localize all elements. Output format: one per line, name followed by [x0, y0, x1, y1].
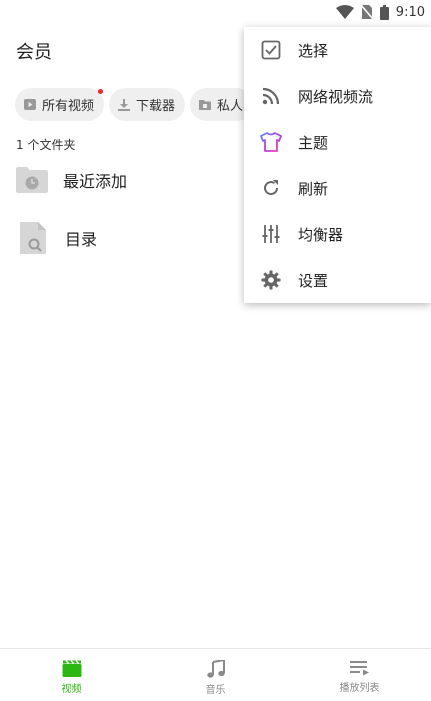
menu-label: 选择	[298, 41, 329, 60]
play-box-icon	[24, 99, 36, 110]
battery-icon	[379, 4, 389, 20]
menu-item-network-stream[interactable]: 网络视频流	[244, 73, 431, 119]
nav-tab-playlist[interactable]: 播放列表	[288, 649, 431, 701]
chip-all-videos[interactable]: 所有视频	[15, 88, 105, 121]
overflow-menu: 选择 网络视频流 主题 刷新 均衡器 设置	[244, 27, 431, 303]
chip-downloader[interactable]: 下载器	[109, 88, 186, 121]
folder-label: 目录	[65, 230, 98, 249]
playlist-icon	[349, 661, 369, 676]
wifi-icon	[335, 5, 354, 19]
menu-item-settings[interactable]: 设置	[244, 257, 431, 303]
menu-label: 主题	[298, 133, 329, 152]
chip-label: 私人	[217, 99, 244, 114]
nav-label: 播放列表	[339, 683, 380, 694]
status-time: 9:10	[395, 4, 425, 20]
private-folder-icon	[199, 100, 212, 110]
bottom-nav: 视频 音乐 播放列表	[0, 648, 431, 701]
folder-count: 1 个文件夹	[16, 138, 76, 152]
tshirt-icon	[260, 131, 282, 153]
download-icon	[118, 98, 131, 111]
folder-item-recent[interactable]: 最近添加	[0, 155, 250, 205]
menu-item-refresh[interactable]: 刷新	[244, 165, 431, 211]
filter-chips: 所有视频 下载器 私人	[15, 88, 254, 122]
menu-item-select[interactable]: 选择	[244, 27, 431, 73]
gear-icon	[260, 269, 282, 291]
no-sim-icon	[360, 4, 373, 20]
refresh-icon	[260, 177, 282, 199]
menu-label: 均衡器	[298, 225, 344, 244]
nav-tab-video[interactable]: 视频	[0, 649, 143, 701]
nav-label: 音乐	[205, 685, 226, 696]
checkbox-icon	[260, 39, 282, 61]
menu-item-theme[interactable]: 主题	[244, 119, 431, 165]
status-bar: 9:10	[0, 0, 431, 24]
search-file-icon	[20, 222, 46, 254]
chip-label: 所有视频	[42, 99, 95, 114]
menu-label: 设置	[298, 271, 329, 290]
page-title: 会员	[16, 42, 52, 63]
menu-item-equalizer[interactable]: 均衡器	[244, 211, 431, 257]
nav-label: 视频	[61, 684, 82, 695]
clapperboard-icon	[62, 660, 81, 677]
recent-folder-icon	[16, 167, 48, 193]
menu-label: 刷新	[298, 179, 329, 198]
folder-label: 最近添加	[63, 172, 128, 191]
folder-item-catalog[interactable]: 目录	[0, 213, 250, 263]
rss-icon	[260, 85, 282, 107]
status-icons: 9:10	[335, 3, 425, 21]
menu-label: 网络视频流	[298, 87, 374, 106]
notification-badge	[98, 89, 104, 94]
nav-tab-music[interactable]: 音乐	[144, 649, 287, 701]
chip-label: 下载器	[136, 99, 176, 114]
music-note-icon	[206, 660, 225, 678]
equalizer-icon	[260, 223, 282, 245]
